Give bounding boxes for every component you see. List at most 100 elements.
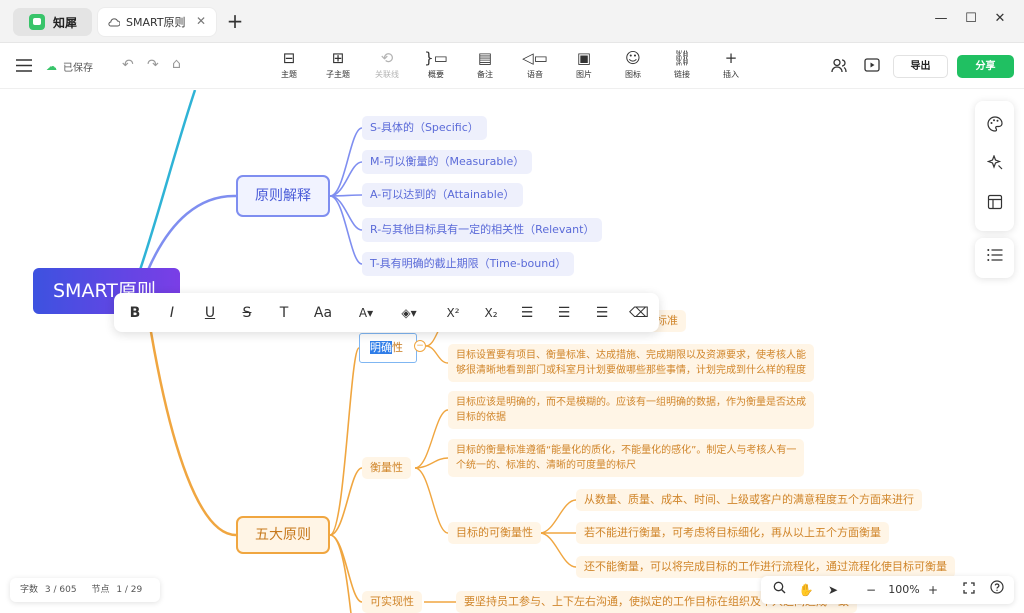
outline-list-icon[interactable] — [984, 247, 1006, 269]
clear-format-button[interactable]: ⌫ — [627, 302, 651, 324]
text-style-button[interactable]: T — [272, 302, 296, 324]
zoom-level[interactable]: 100% — [886, 580, 922, 600]
emoji-icon: ☺ — [625, 49, 641, 67]
summary-label: 概要 — [428, 70, 444, 79]
menu-icon[interactable] — [16, 59, 32, 72]
outline-panel — [975, 238, 1014, 278]
leaf-time-bound[interactable]: T-具有明确的截止期限（Time-bound） — [362, 252, 575, 276]
share-button[interactable]: 分享 — [957, 55, 1014, 78]
subscript-button[interactable]: X₂ — [479, 302, 503, 324]
save-status: ☁ 已保存 — [46, 59, 93, 74]
app-tab[interactable]: 知犀 — [13, 8, 92, 36]
relation-line-label: 关联线 — [375, 70, 399, 79]
selected-text[interactable]: 明确 — [370, 341, 392, 354]
insert-button[interactable]: + 插入 — [711, 48, 751, 80]
font-size-button[interactable]: Aa — [308, 302, 338, 324]
leaf-attainable[interactable]: A-可以达到的（Attainable） — [362, 183, 523, 207]
image-button[interactable]: ▣ 图片 — [564, 48, 604, 80]
link-button[interactable]: ⛓ 链接 — [662, 48, 702, 80]
align-left-button[interactable]: ☰ — [515, 302, 539, 324]
fullscreen-icon[interactable] — [959, 580, 979, 600]
pointer-icon[interactable]: ➤ — [823, 580, 843, 600]
root-to-principles-line — [146, 194, 237, 271]
collapse-toggle[interactable]: − — [414, 340, 426, 352]
cyan-branch-line — [138, 90, 197, 271]
maximize-button[interactable]: ☐ — [961, 11, 981, 26]
relation-line-button[interactable]: ⟲ 关联线 — [367, 48, 407, 80]
measurable-detail-1-line-1: 目标应该是明确的，而不是模糊的。应该有一组明确的数据，作为衡量是否达成 — [456, 397, 806, 408]
insert-label: 插入 — [723, 70, 739, 79]
five-principles-topic[interactable]: 五大原则 — [236, 516, 330, 554]
redo-icon[interactable]: ↷ — [147, 57, 159, 73]
undo-icon[interactable]: ↶ — [122, 57, 134, 73]
cloud-saved-icon: ☁ — [46, 60, 57, 73]
clarity-topic-selected[interactable]: 明确性 — [359, 333, 417, 363]
clarity-detail-line-2: 够很清晰地看到部门或科室月计划要做哪些那些事情，计划完成到什么样的程度 — [456, 365, 806, 376]
voice-label: 语音 — [527, 70, 543, 79]
leaf-specific[interactable]: S-具体的（Specific） — [362, 116, 487, 140]
close-window-button[interactable]: ✕ — [990, 11, 1010, 26]
minimize-button[interactable]: — — [931, 11, 951, 26]
close-tab-icon[interactable]: ✕ — [196, 14, 206, 28]
voice-button[interactable]: ◁▭ 语音 — [515, 48, 555, 80]
measure-item-2[interactable]: 若不能进行衡量，可考虑将目标细化，再从以上五个方面衡量 — [576, 522, 889, 544]
zoom-out-button[interactable]: − — [861, 580, 881, 600]
root-to-five-principles-line — [146, 313, 237, 537]
layout-icon[interactable] — [984, 194, 1006, 216]
export-button[interactable]: 导出 — [893, 55, 948, 78]
italic-button[interactable]: I — [160, 302, 184, 324]
relation-line-icon: ⟲ — [380, 49, 394, 67]
summary-button[interactable]: }▭ 概要 — [416, 48, 456, 80]
insert-icon: + — [724, 49, 738, 67]
note-button[interactable]: ▤ 备注 — [465, 48, 505, 80]
document-tab[interactable]: SMART原则 ✕ — [98, 8, 216, 36]
strikethrough-button[interactable]: S — [235, 302, 259, 324]
style-sparkle-icon[interactable] — [984, 154, 1006, 177]
search-icon[interactable] — [769, 580, 789, 600]
attainable-topic[interactable]: 可实现性 — [362, 591, 422, 613]
align-center-button[interactable]: ☰ — [552, 302, 576, 324]
leaf-measurable[interactable]: M-可以衡量的（Measurable） — [362, 150, 533, 174]
note-label: 备注 — [477, 70, 493, 79]
image-icon: ▣ — [576, 49, 592, 67]
new-tab-button[interactable]: + — [226, 9, 244, 33]
link-icon: ⛓ — [672, 49, 692, 67]
superscript-button[interactable]: X² — [441, 302, 465, 324]
font-color-button[interactable]: A▾ — [352, 302, 380, 324]
measure-item-1[interactable]: 从数量、质量、成本、时间、上级或客户的满意程度五个方面来进行 — [576, 489, 922, 511]
save-status-label: 已保存 — [63, 63, 93, 74]
clarity-detail-line-1: 目标设置要有项目、衡量标准、达成措施、完成期限以及资源要求，使考核人能 — [456, 350, 806, 361]
principles-explained-topic[interactable]: 原则解释 — [236, 175, 330, 217]
presentation-icon[interactable] — [864, 58, 880, 72]
help-icon[interactable] — [987, 580, 1007, 600]
measurable-detail-2-line-2: 个统一的、标准的、清晰的可度量的标尺 — [456, 460, 636, 471]
measurable-detail-2[interactable]: 目标的衡量标准遵循“能量化的质化，不能量化的感化”。制定人与考核人有一 个统一的… — [448, 439, 805, 477]
node-count-label: 节点 — [91, 585, 110, 595]
link-label: 链接 — [674, 70, 690, 79]
measure-item-3[interactable]: 还不能衡量，可以将完成目标的工作进行流程化，通过流程化使目标可衡量 — [576, 556, 955, 578]
mindmap-canvas[interactable]: SMART原则 原则解释 S-具体的（Specific） M-可以衡量的（Mea… — [0, 90, 1024, 613]
underline-button[interactable]: U — [198, 302, 222, 324]
palette-icon[interactable] — [984, 116, 1006, 138]
summary-icon: }▭ — [424, 49, 448, 67]
zoom-in-button[interactable]: + — [923, 580, 943, 600]
bold-button[interactable]: B — [123, 302, 147, 324]
topic-label: 主题 — [281, 70, 297, 79]
leaf-relevant[interactable]: R-与其他目标具有一定的相关性（Relevant） — [362, 218, 603, 242]
format-painter-icon[interactable]: ⌂ — [172, 56, 181, 72]
measurable-topic[interactable]: 衡量性 — [362, 457, 411, 479]
hand-tool-icon[interactable]: ✋ — [796, 580, 816, 600]
measurable-detail-1[interactable]: 目标应该是明确的，而不是模糊的。应该有一组明确的数据，作为衡量是否达成 目标的依… — [448, 391, 814, 429]
add-topic-button[interactable]: ⊟ 主题 — [269, 48, 309, 80]
collaborators-icon[interactable] — [831, 58, 847, 73]
align-right-button[interactable]: ☰ — [590, 302, 614, 324]
word-count-value: 3 / 605 — [44, 585, 77, 595]
topic-icon: ⊟ — [282, 49, 296, 67]
fill-color-button[interactable]: ◈▾ — [394, 302, 424, 324]
status-bar: 字数 3 / 605 节点 1 / 29 — [10, 578, 160, 602]
clarity-detail-node[interactable]: 目标设置要有项目、衡量标准、达成措施、完成期限以及资源要求，使考核人能 够很清晰… — [448, 344, 814, 382]
note-icon: ▤ — [477, 49, 493, 67]
add-subtopic-button[interactable]: ⊞ 子主题 — [318, 48, 358, 80]
emoji-button[interactable]: ☺ 图标 — [613, 48, 653, 80]
measurability-subtopic[interactable]: 目标的可衡量性 — [448, 522, 541, 544]
